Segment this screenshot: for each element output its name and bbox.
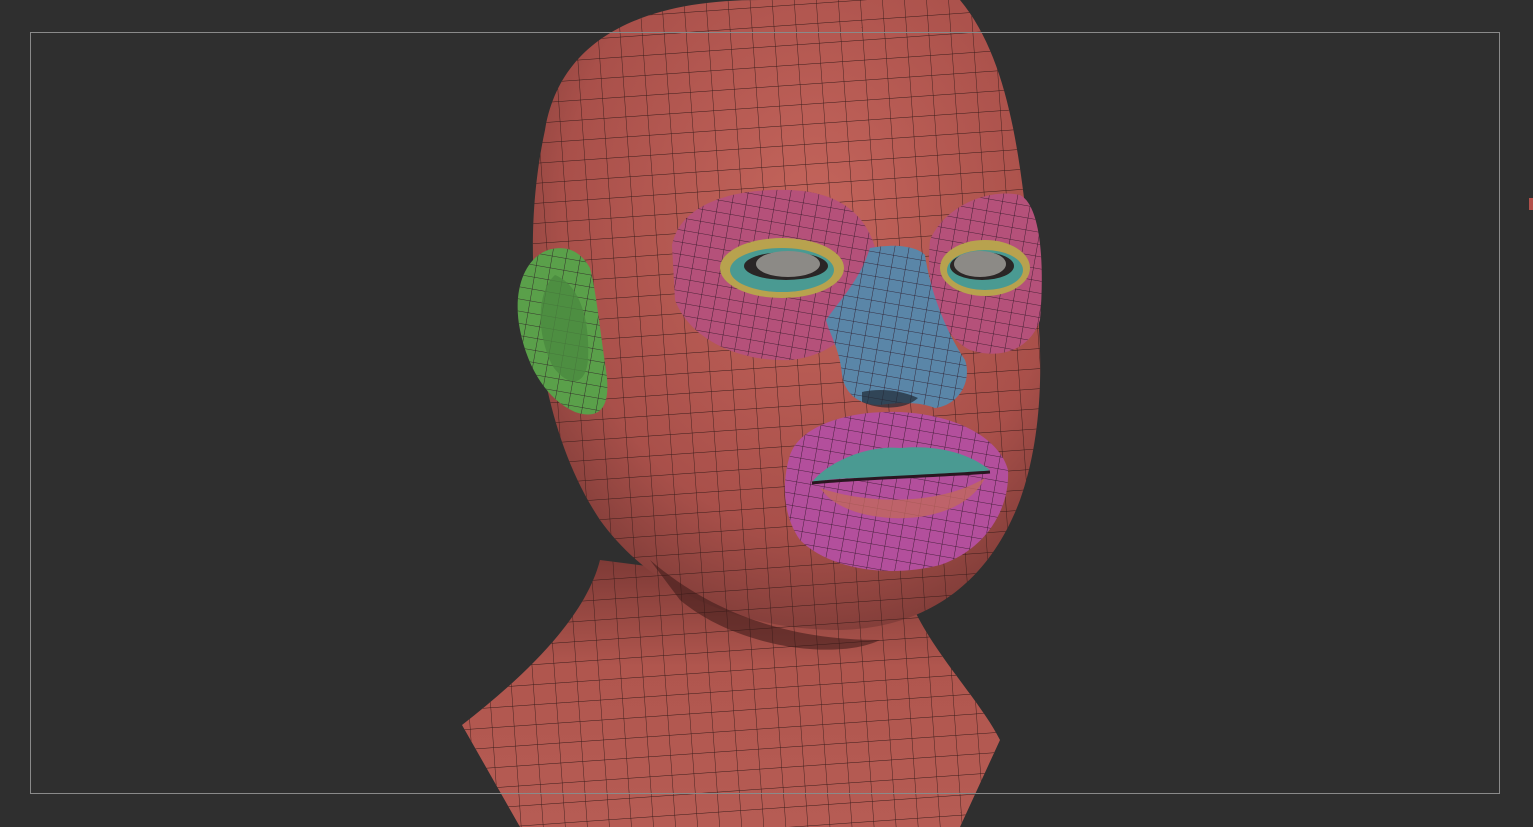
zbrush-viewport[interactable] <box>0 0 1533 827</box>
viewport-frame <box>30 32 1500 794</box>
edge-marker-icon <box>1529 198 1533 210</box>
